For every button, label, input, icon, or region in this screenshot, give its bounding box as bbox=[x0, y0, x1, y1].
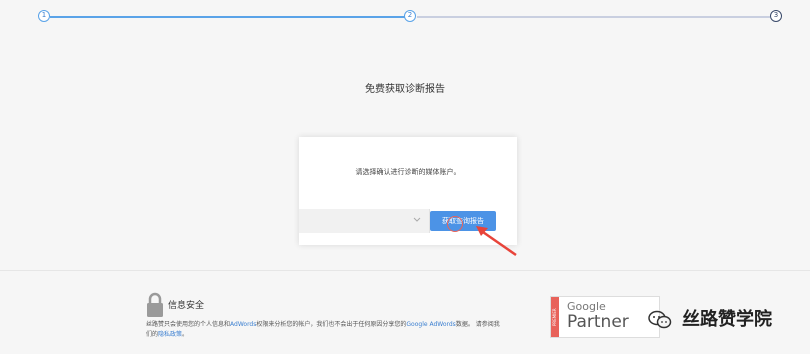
partner-logo-text: Partner bbox=[567, 312, 629, 332]
security-text: 们的 bbox=[146, 331, 159, 338]
adwords-link[interactable]: AdWords bbox=[230, 321, 256, 328]
security-text: 权限来分析您的帐户，我们也不会出于任何原因分享您的 bbox=[256, 321, 407, 328]
wechat-watermark: 丝路赞学院 bbox=[648, 302, 808, 338]
premier-ribbon: PREMIER bbox=[551, 297, 559, 337]
progress-stepper: 1 2 3 bbox=[0, 0, 810, 36]
step-3-indicator: 3 bbox=[770, 10, 782, 22]
step-line-completed bbox=[50, 16, 405, 18]
security-text: 丝路赞只会使用您的个人信息和 bbox=[146, 321, 231, 328]
security-heading: 信息安全 bbox=[168, 301, 205, 311]
section-divider bbox=[0, 270, 810, 271]
red-arrow-icon bbox=[476, 226, 517, 257]
google-adwords-link[interactable]: Google AdWords bbox=[406, 321, 455, 328]
chevron-down-icon[interactable] bbox=[410, 209, 424, 233]
step-line-pending bbox=[417, 16, 770, 18]
step-1-indicator: 1 bbox=[38, 10, 50, 22]
click-indicator-icon bbox=[447, 216, 463, 232]
security-text: 。 bbox=[182, 331, 189, 338]
google-partner-badge: PREMIER Google Partner bbox=[550, 296, 660, 338]
account-select-prompt: 请选择确认进行诊断的媒体账户。 bbox=[355, 168, 461, 176]
step-2-indicator: 2 bbox=[404, 10, 416, 22]
watermark-label: 丝路赞学院 bbox=[682, 309, 772, 330]
security-notice: 丝路赞只会使用您的个人信息和AdWords权限来分析您的帐户，我们也不会出于任何… bbox=[146, 320, 556, 340]
privacy-policy-link[interactable]: 隐私政策 bbox=[158, 331, 182, 338]
page-title: 免费获取诊断报告 bbox=[365, 84, 445, 95]
wechat-icon bbox=[648, 310, 672, 329]
lock-icon bbox=[147, 292, 163, 317]
security-text: 数据。 请参阅我 bbox=[455, 321, 500, 328]
